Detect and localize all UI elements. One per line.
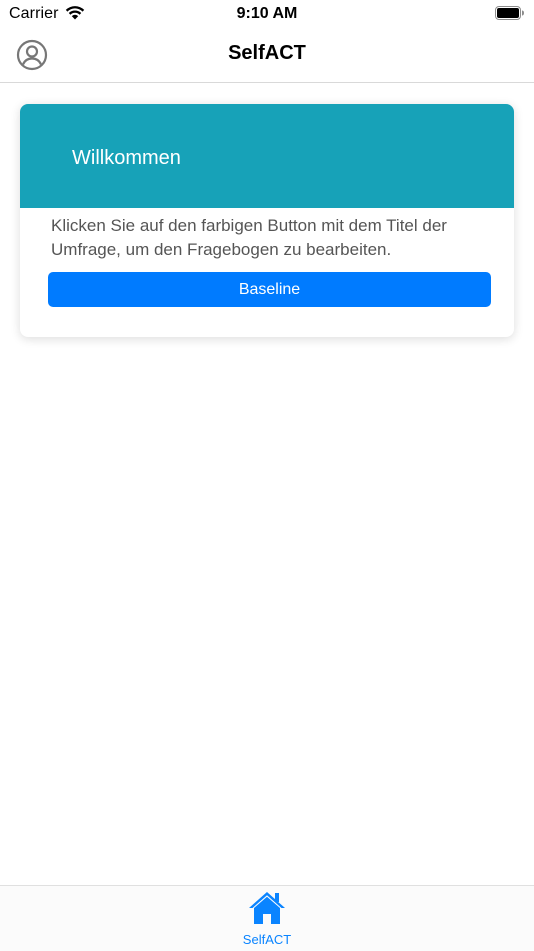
card-description: Klicken Sie auf den farbigen Button mit … [51,216,447,259]
baseline-button[interactable]: Baseline [48,272,491,307]
card-header: Willkommen [20,104,514,208]
battery-icon [495,6,524,20]
status-bar: Carrier 9:10 AM [0,0,534,28]
tab-label: SelfACT [242,932,292,947]
page-title: SelfACT [228,42,306,64]
home-icon [249,892,285,924]
tab-selfact[interactable]: SelfACT [227,886,307,951]
card-title: Willkommen [72,147,181,169]
welcome-card: Willkommen Klicken Sie auf den farbigen … [20,104,514,337]
navigation-bar: SelfACT [0,28,534,83]
status-time: 9:10 AM [236,5,298,22]
tab-bar: SelfACT [0,885,534,951]
